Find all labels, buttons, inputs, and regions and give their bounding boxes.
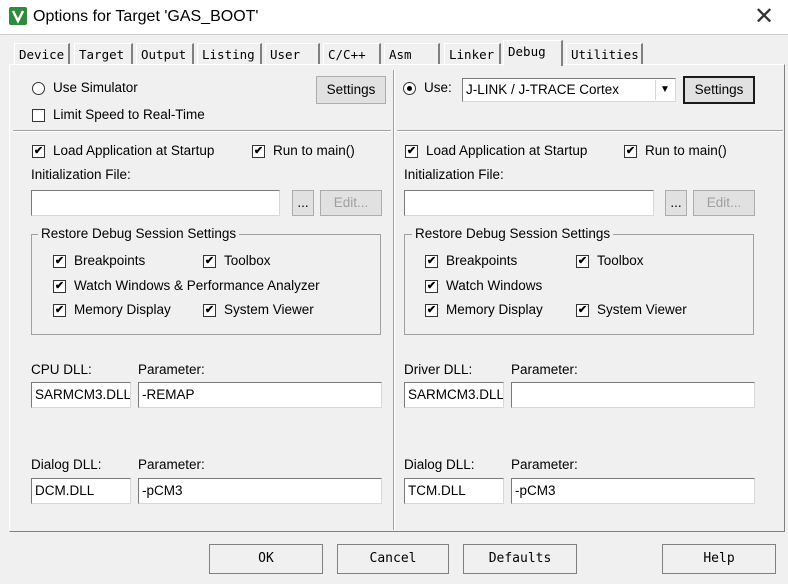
dialog-dll-label: Dialog DLL: xyxy=(404,457,475,472)
cpu-dll-label: CPU DLL: xyxy=(31,362,92,377)
init-file-label: Initialization File: xyxy=(404,167,504,182)
tab-cc[interactable]: C/C++ xyxy=(323,43,381,64)
separator xyxy=(13,130,391,132)
breakpoints-checkbox[interactable]: ✔ xyxy=(53,255,66,268)
tab-linker[interactable]: Linker xyxy=(444,43,501,64)
tab-listing[interactable]: Listing xyxy=(197,43,262,64)
simulator-settings-button[interactable]: Settings xyxy=(316,76,386,104)
cancel-button[interactable]: Cancel xyxy=(337,544,449,574)
ok-button[interactable]: OK xyxy=(209,544,323,574)
dialog-param-label: Parameter: xyxy=(511,457,578,472)
chevron-down-icon[interactable]: ▼ xyxy=(655,80,674,100)
load-app-label: Load Application at Startup xyxy=(426,143,588,158)
cpu-param-label: Parameter: xyxy=(138,362,205,377)
init-file-input[interactable] xyxy=(404,190,654,216)
driver-settings-button[interactable]: Settings xyxy=(683,76,755,104)
memory-display-label: Memory Display xyxy=(74,302,171,317)
tab-user[interactable]: User xyxy=(265,43,320,64)
dialog-param-label: Parameter: xyxy=(138,457,205,472)
restore-settings-label: Restore Debug Session Settings xyxy=(412,226,614,241)
init-file-browse-button[interactable]: ... xyxy=(665,190,687,216)
separator xyxy=(397,130,783,132)
tab-utilities[interactable]: Utilities xyxy=(566,43,643,64)
init-file-edit-button[interactable]: Edit... xyxy=(693,190,755,216)
init-file-label: Initialization File: xyxy=(31,167,131,182)
use-simulator-label: Use Simulator xyxy=(53,80,138,95)
dialog-dll-label: Dialog DLL: xyxy=(31,457,102,472)
limit-speed-label: Limit Speed to Real-Time xyxy=(53,107,205,122)
restore-settings-label: Restore Debug Session Settings xyxy=(38,226,240,241)
defaults-button[interactable]: Defaults xyxy=(463,544,577,574)
system-viewer-label: System Viewer xyxy=(597,302,687,317)
app-logo-icon xyxy=(9,7,27,25)
watch-windows-label: Watch Windows & Performance Analyzer xyxy=(74,278,320,293)
tab-target[interactable]: Target xyxy=(74,43,133,64)
memory-display-checkbox[interactable]: ✔ xyxy=(53,304,66,317)
memory-display-label: Memory Display xyxy=(446,302,543,317)
init-file-edit-button[interactable]: Edit... xyxy=(320,190,382,216)
breakpoints-label: Breakpoints xyxy=(446,253,518,268)
watch-windows-checkbox[interactable]: ✔ xyxy=(53,280,66,293)
system-viewer-label: System Viewer xyxy=(224,302,314,317)
toolbox-checkbox[interactable]: ✔ xyxy=(203,255,216,268)
load-app-label: Load Application at Startup xyxy=(53,143,215,158)
tab-asm[interactable]: Asm xyxy=(384,43,440,64)
watch-windows-checkbox[interactable]: ✔ xyxy=(425,280,438,293)
init-file-browse-button[interactable]: ... xyxy=(292,190,314,216)
dialog-dll-input[interactable]: TCM.DLL xyxy=(404,478,504,504)
debug-driver-select[interactable]: J-LINK / J-TRACE Cortex xyxy=(462,78,676,102)
column-divider xyxy=(393,70,395,530)
run-to-main-checkbox[interactable]: ✔ xyxy=(624,145,637,158)
close-icon[interactable]: ✕ xyxy=(749,2,779,32)
use-driver-radio[interactable] xyxy=(403,82,416,95)
help-button[interactable]: Help xyxy=(662,544,776,574)
cpu-param-input[interactable]: -REMAP xyxy=(138,382,382,408)
tab-debug[interactable]: Debug xyxy=(503,40,563,66)
dialog-param-input[interactable]: -pCM3 xyxy=(511,478,755,504)
window-title: Options for Target 'GAS_BOOT' xyxy=(33,8,259,25)
driver-dll-input[interactable]: SARMCM3.DLL xyxy=(404,382,504,408)
run-to-main-label: Run to main() xyxy=(645,143,727,158)
run-to-main-label: Run to main() xyxy=(273,143,355,158)
breakpoints-label: Breakpoints xyxy=(74,253,146,268)
watch-windows-label: Watch Windows xyxy=(446,278,543,293)
tab-output[interactable]: Output xyxy=(136,43,194,64)
use-driver-label: Use: xyxy=(424,80,452,95)
breakpoints-checkbox[interactable]: ✔ xyxy=(425,255,438,268)
dialog-param-input[interactable]: -pCM3 xyxy=(138,478,382,504)
init-file-input[interactable] xyxy=(31,190,280,216)
dialog-dll-input[interactable]: DCM.DLL xyxy=(31,478,131,504)
load-app-checkbox[interactable]: ✔ xyxy=(405,145,418,158)
driver-param-label: Parameter: xyxy=(511,362,578,377)
toolbox-checkbox[interactable]: ✔ xyxy=(576,255,589,268)
toolbox-label: Toolbox xyxy=(224,253,271,268)
cpu-dll-input[interactable]: SARMCM3.DLL xyxy=(31,382,131,408)
load-app-checkbox[interactable]: ✔ xyxy=(32,145,45,158)
limit-speed-checkbox[interactable] xyxy=(32,109,45,122)
memory-display-checkbox[interactable]: ✔ xyxy=(425,304,438,317)
driver-dll-label: Driver DLL: xyxy=(404,362,473,377)
driver-param-input[interactable] xyxy=(511,382,755,408)
use-simulator-radio[interactable] xyxy=(32,82,45,95)
system-viewer-checkbox[interactable]: ✔ xyxy=(203,304,216,317)
run-to-main-checkbox[interactable]: ✔ xyxy=(252,145,265,158)
toolbox-label: Toolbox xyxy=(597,253,644,268)
debug-driver-value: J-LINK / J-TRACE Cortex xyxy=(466,82,620,97)
system-viewer-checkbox[interactable]: ✔ xyxy=(576,304,589,317)
tab-device[interactable]: Device xyxy=(14,43,70,64)
